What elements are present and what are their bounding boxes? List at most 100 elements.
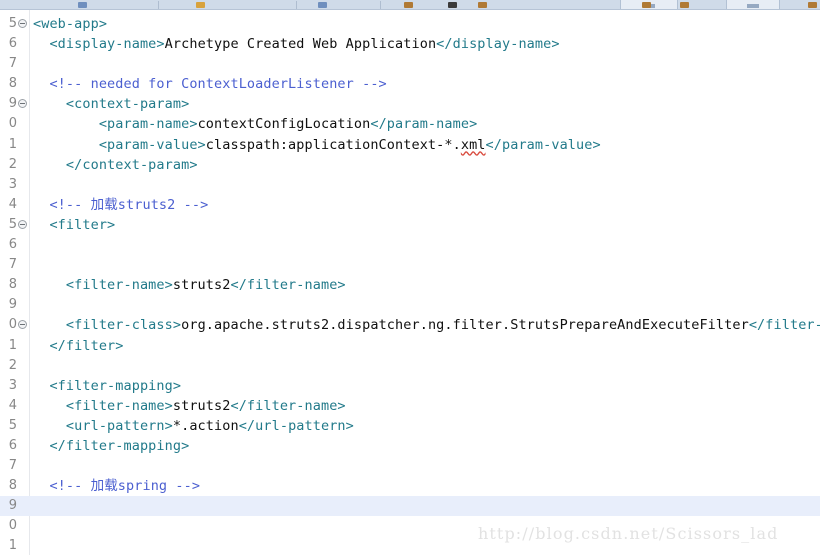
code-token: contextConfigLocation bbox=[197, 116, 371, 133]
line-number: 8 bbox=[8, 277, 17, 293]
code-line[interactable]: 9 bbox=[0, 496, 820, 517]
folder-icon[interactable] bbox=[196, 2, 205, 8]
code-line[interactable]: 0 <filter-class>org.apache.struts2.dispa… bbox=[0, 315, 820, 335]
code-token: </url-pattern> bbox=[238, 417, 354, 434]
code-line[interactable]: 7 bbox=[0, 255, 820, 275]
code-line[interactable]: 3 bbox=[0, 175, 820, 195]
code-line[interactable]: 0 <param-name>contextConfigLocation</par… bbox=[0, 114, 820, 134]
code-line[interactable]: 1 <param-value>classpath:applicationCont… bbox=[0, 135, 820, 155]
tab-stub-glyph bbox=[747, 4, 759, 8]
layout-icon[interactable] bbox=[680, 2, 689, 8]
line-number: 9 bbox=[8, 297, 17, 313]
code-token: Archetype Created Web Application bbox=[164, 36, 437, 53]
code-token: <filter-name> bbox=[33, 277, 173, 294]
code-token: <web-app> bbox=[33, 16, 108, 32]
code-line[interactable]: 1 </filter> bbox=[0, 336, 820, 356]
code-token: spring --> bbox=[117, 478, 201, 495]
code-text: </context-param> bbox=[33, 155, 198, 175]
code-text: <!-- needed for ContextLoaderListener --… bbox=[33, 74, 387, 94]
code-token: <!-- bbox=[33, 478, 91, 495]
line-number: 0 bbox=[8, 116, 17, 132]
line-number: 0 bbox=[8, 518, 17, 534]
code-line[interactable]: 9 <context-param> bbox=[0, 94, 820, 114]
server-icon[interactable] bbox=[642, 2, 651, 8]
code-token: <filter> bbox=[33, 216, 116, 233]
code-text: <filter-name>struts2</filter-name> bbox=[33, 396, 346, 416]
code-token: classpath:applicationContext-*. bbox=[205, 136, 461, 153]
line-number: 2 bbox=[8, 357, 17, 373]
code-token: </context-param> bbox=[33, 156, 198, 173]
fold-collapse-icon[interactable] bbox=[18, 219, 27, 229]
line-number: 5 bbox=[8, 417, 17, 433]
code-line[interactable]: 5 <url-pattern>*.action</url-pattern> bbox=[0, 416, 820, 436]
line-number: 6 bbox=[8, 237, 17, 253]
line-number: 7 bbox=[8, 458, 17, 474]
line-number: 1 bbox=[8, 136, 17, 152]
toolbar-strip[interactable] bbox=[0, 0, 820, 10]
line-number: 0 bbox=[8, 317, 17, 333]
code-line[interactable]: 7 bbox=[0, 456, 820, 476]
fold-collapse-icon[interactable] bbox=[18, 19, 27, 28]
code-token: </filter-class> bbox=[748, 317, 820, 334]
code-line[interactable]: 8 <!-- needed for ContextLoaderListener … bbox=[0, 74, 820, 94]
code-token: </filter-name> bbox=[230, 397, 346, 414]
code-text: <url-pattern>*.action</url-pattern> bbox=[33, 416, 354, 436]
code-line[interactable]: 2 bbox=[0, 356, 820, 376]
code-text: <!-- 加载struts2 --> bbox=[33, 195, 208, 215]
code-text: <filter-class>org.apache.struts2.dispatc… bbox=[33, 315, 820, 335]
fold-collapse-icon[interactable] bbox=[18, 99, 27, 109]
code-line[interactable]: 7 bbox=[0, 54, 820, 74]
code-text: <display-name>Archetype Created Web Appl… bbox=[33, 34, 560, 54]
code-text: </filter> bbox=[33, 336, 124, 356]
line-number: 2 bbox=[8, 156, 17, 172]
code-token: <!-- needed for ContextLoaderListener --… bbox=[33, 76, 387, 93]
line-number: 1 bbox=[8, 337, 17, 353]
code-token: 加载 bbox=[90, 478, 118, 495]
debug-icon[interactable] bbox=[318, 2, 327, 8]
line-number: 9 bbox=[8, 96, 17, 112]
code-token: <url-pattern> bbox=[33, 417, 173, 434]
code-line[interactable]: 6 <display-name>Archetype Created Web Ap… bbox=[0, 34, 820, 54]
toolbar-separator-0 bbox=[158, 1, 159, 9]
line-number: 6 bbox=[8, 437, 17, 453]
code-token: 加载 bbox=[90, 196, 118, 213]
code-token: </param-value> bbox=[485, 136, 601, 153]
code-line[interactable]: 5 <web-app> bbox=[0, 14, 820, 34]
code-token: </param-name> bbox=[370, 116, 478, 133]
code-line[interactable]: 3 <filter-mapping> bbox=[0, 376, 820, 396]
code-editor[interactable]: 5 <web-app> 6 <display-name>Archetype Crea… bbox=[0, 10, 820, 555]
code-text: <param-value>classpath:applicationContex… bbox=[33, 135, 601, 155]
fold-collapse-icon[interactable] bbox=[18, 320, 27, 330]
code-line-list[interactable]: 5 <web-app> 6 <display-name>Archetype Crea… bbox=[0, 14, 820, 555]
line-number: 7 bbox=[8, 56, 17, 72]
code-text: <web-app> bbox=[33, 14, 107, 34]
code-line[interactable]: 4 <!-- 加载struts2 --> bbox=[0, 195, 820, 215]
code-line[interactable]: 8 <!-- 加载spring --> bbox=[0, 476, 820, 496]
tab-stub-right[interactable] bbox=[726, 0, 780, 9]
code-token: *.action bbox=[172, 417, 239, 434]
code-token: </filter-mapping> bbox=[33, 437, 190, 454]
code-token: </display-name> bbox=[436, 36, 560, 53]
line-number: 4 bbox=[8, 397, 17, 413]
code-line[interactable]: 4 <filter-name>struts2</filter-name> bbox=[0, 396, 820, 416]
code-token: struts2 bbox=[172, 397, 231, 414]
package-icon[interactable] bbox=[404, 2, 413, 8]
code-token: </filter-name> bbox=[230, 277, 346, 294]
code-token: <filter-mapping> bbox=[33, 377, 182, 394]
code-line[interactable]: 6 </filter-mapping> bbox=[0, 436, 820, 456]
code-token: xml bbox=[460, 136, 486, 153]
console-icon[interactable] bbox=[448, 2, 457, 8]
deploy-icon[interactable] bbox=[808, 2, 817, 8]
code-line[interactable]: 5 <filter> bbox=[0, 215, 820, 235]
code-line[interactable]: 2 </context-param> bbox=[0, 155, 820, 175]
blog-watermark: http://blog.csdn.net/Scissors_lad bbox=[478, 524, 779, 543]
code-line[interactable]: 6 bbox=[0, 235, 820, 255]
code-line[interactable]: 9 bbox=[0, 295, 820, 315]
line-number: 5 bbox=[8, 216, 17, 232]
run-icon[interactable] bbox=[78, 2, 87, 8]
code-line[interactable]: 8 <filter-name>struts2</filter-name> bbox=[0, 275, 820, 295]
code-token: <param-name> bbox=[33, 116, 198, 133]
code-token: <filter-class> bbox=[33, 317, 182, 334]
stack-icon[interactable] bbox=[478, 2, 487, 8]
line-number: 8 bbox=[8, 76, 17, 92]
